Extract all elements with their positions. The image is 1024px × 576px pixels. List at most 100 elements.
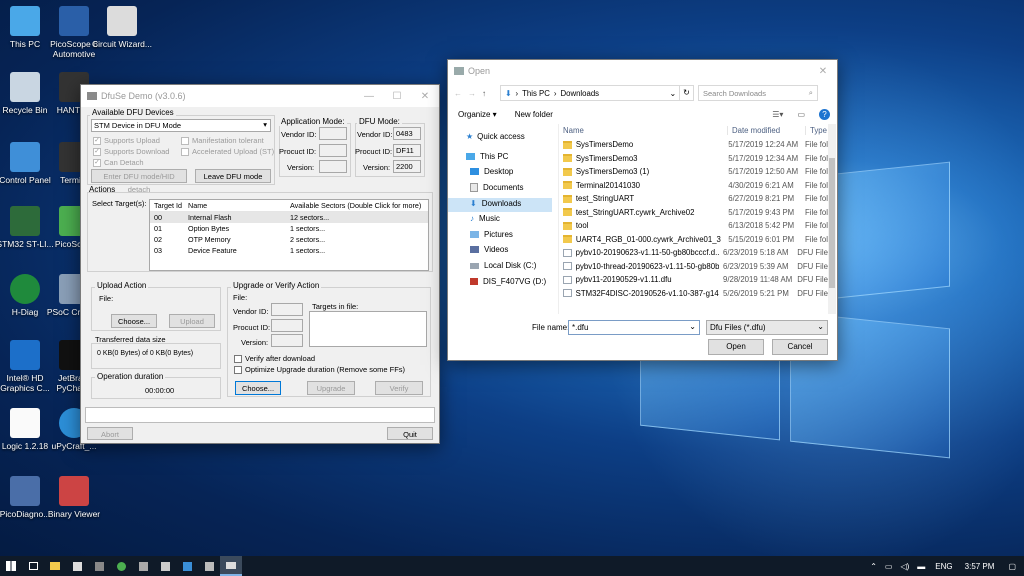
up-arrow-icon[interactable]: ↑ <box>482 89 496 98</box>
search-input[interactable]: Search Downloads ⌕ <box>698 85 818 101</box>
filename-input[interactable]: *.dfu ⌄ <box>568 320 700 335</box>
list-item[interactable]: test_StringUART 6/27/2019 8:21 PM File fol <box>559 192 828 206</box>
open-button[interactable]: Open <box>708 339 764 355</box>
upgrade-button[interactable]: Upgrade <box>307 381 355 395</box>
list-item[interactable]: test_StringUART.cywrk_Archive02 5/17/2019… <box>559 206 828 220</box>
upload-choose-button[interactable]: Choose... <box>111 314 157 328</box>
scrollbar-thumb[interactable] <box>829 158 835 288</box>
list-item[interactable]: pybv11-20190529-v1.11.dfu 9/28/2019 11:48… <box>559 273 828 287</box>
table-row[interactable]: 03 Device Feature 1 sectors... <box>150 245 428 256</box>
clock[interactable]: 3:57 PM <box>965 562 995 571</box>
nav-desktop[interactable]: Desktop <box>470 167 513 176</box>
table-row[interactable]: 00 Internal Flash 12 sectors... <box>150 212 428 223</box>
table-row[interactable]: 01 Option Bytes 1 sectors... <box>150 223 428 234</box>
view-options-icon[interactable]: ☰▾ <box>772 110 783 119</box>
forward-arrow-icon[interactable]: → <box>468 89 482 98</box>
nav-pictures[interactable]: Pictures <box>470 230 513 239</box>
col-name[interactable]: Name <box>188 201 290 210</box>
nav-local-disk[interactable]: Local Disk (C:) <box>470 261 536 270</box>
file-date: 9/28/2019 11:48 AM <box>722 275 793 285</box>
verify-button[interactable]: Verify <box>375 381 423 395</box>
breadcrumb[interactable]: ⬇ › This PC › Downloads ⌄ <box>500 85 680 101</box>
taskbar-dfuse[interactable] <box>220 556 242 576</box>
nav-documents[interactable]: Documents <box>470 183 523 192</box>
network-icon[interactable]: ▭ <box>885 562 893 571</box>
taskbar-app-6[interactable] <box>176 556 198 576</box>
upgrade-version <box>271 334 303 347</box>
organize-button[interactable]: Organize ▾ <box>458 110 497 119</box>
available-devices-label: Available DFU Devices <box>90 108 176 117</box>
table-row[interactable]: 02 OTP Memory 2 sectors... <box>150 234 428 245</box>
col-type-header[interactable]: Type <box>805 126 827 136</box>
abort-button[interactable]: Abort <box>87 427 133 440</box>
app-version <box>319 160 347 173</box>
list-item[interactable]: SysTimersDemo3 5/17/2019 12:34 AM File fol <box>559 152 828 166</box>
minimize-icon[interactable]: — <box>355 91 383 102</box>
back-arrow-icon[interactable]: ← <box>454 89 468 98</box>
open-titlebar[interactable]: Open ✕ <box>448 60 837 82</box>
filetype-select[interactable]: Dfu Files (*.dfu) ⌄ <box>706 320 828 335</box>
maximize-icon[interactable]: ☐ <box>383 91 411 102</box>
verify-after-download-check[interactable]: Verify after download <box>234 354 315 363</box>
select-targets-label: Select Target(s): <box>92 199 147 208</box>
col-sectors[interactable]: Available Sectors (Double Click for more… <box>290 201 421 210</box>
nav-this-pc[interactable]: This PC <box>466 152 508 161</box>
file-list: Name Date modified Type SysTimersDemo 5/1… <box>558 124 828 314</box>
upload-action-label: Upload Action <box>95 281 149 290</box>
col-date-header[interactable]: Date modified <box>727 126 805 136</box>
nav-downloads[interactable]: ⬇ Downloads <box>470 199 521 208</box>
help-icon[interactable]: ? <box>819 108 830 120</box>
enter-dfu-button[interactable]: Enter DFU mode/HID detach <box>91 169 187 194</box>
battery-icon[interactable]: ▬ <box>917 562 925 571</box>
device-select[interactable]: STM Device in DFU Mode ▾ <box>91 119 271 132</box>
vertical-scrollbar[interactable] <box>828 124 836 314</box>
leave-dfu-button[interactable]: Leave DFU mode <box>195 169 271 183</box>
nav-dis-f407vg[interactable]: DIS_F407VG (D:) <box>470 277 546 286</box>
taskbar-app-3[interactable] <box>110 556 132 576</box>
start-button[interactable] <box>0 556 22 576</box>
refresh-icon[interactable]: ↻ <box>680 85 694 101</box>
nav-quick-access[interactable]: ★ Quick access <box>466 132 525 141</box>
file-date: 6/23/2019 5:39 AM <box>722 261 789 271</box>
list-item[interactable]: Terminal20141030 4/30/2019 6:21 AM File fo… <box>559 179 828 193</box>
volume-icon[interactable]: ◁) <box>900 562 909 571</box>
tray-chevron-up-icon[interactable]: ⌃ <box>870 562 877 571</box>
taskbar-app-2[interactable] <box>88 556 110 576</box>
col-name-header[interactable]: Name <box>559 126 727 135</box>
desktop-icon-circuit-wizard[interactable]: Circuit Wizard... <box>90 6 154 49</box>
notification-icon[interactable]: ▢ <box>1008 562 1016 571</box>
quit-button[interactable]: Quit <box>387 427 433 440</box>
targets-in-file-box[interactable] <box>309 311 427 347</box>
optimize-upgrade-check[interactable]: Optimize Upgrade duration (Remove some F… <box>234 365 405 374</box>
preview-pane-icon[interactable]: ▭ <box>797 110 805 119</box>
list-item[interactable]: SysTimersDemo 5/17/2019 12:24 AM File fol <box>559 138 828 152</box>
folder-icon <box>563 181 572 190</box>
list-item[interactable]: STM32F4DISC-20190526-v1.10-387-g1470... 5… <box>559 287 828 301</box>
list-item[interactable]: tool 6/13/2018 5:42 PM File fol <box>559 219 828 233</box>
close-icon[interactable]: ✕ <box>411 91 439 102</box>
dfuse-titlebar[interactable]: DfuSe Demo (v3.0.6) — ☐ ✕ <box>81 85 439 107</box>
close-icon[interactable]: ✕ <box>809 66 837 77</box>
upgrade-choose-button[interactable]: Choose... <box>235 381 281 395</box>
progress-bar <box>85 407 435 423</box>
nav-videos[interactable]: Videos <box>470 245 508 254</box>
list-item[interactable]: pybv10-thread-20190623-v1.11-50-gb80b...… <box>559 260 828 274</box>
list-item[interactable]: SysTimersDemo3 (1) 5/17/2019 12:50 AM File… <box>559 165 828 179</box>
cancel-button[interactable]: Cancel <box>772 339 828 355</box>
desktop-icon-binary-viewer[interactable]: Binary Viewer <box>42 476 106 519</box>
targets-list[interactable]: Target Id Name Available Sectors (Double… <box>149 199 429 271</box>
col-target-id[interactable]: Target Id <box>150 201 188 210</box>
taskbar-app-7[interactable] <box>198 556 220 576</box>
list-item[interactable]: UART4_RGB_01-000.cywrk_Archive01_3 5/15/2… <box>559 233 828 247</box>
upload-button[interactable]: Upload <box>169 314 215 328</box>
taskbar-app-4[interactable] <box>132 556 154 576</box>
language-indicator[interactable]: ENG <box>935 562 952 571</box>
list-item[interactable]: pybv10-20190623-v1.11-50-gb80bcccf.d... 6… <box>559 246 828 260</box>
taskbar-app-1[interactable] <box>66 556 88 576</box>
taskbar-app-5[interactable] <box>154 556 176 576</box>
task-view-button[interactable] <box>22 556 44 576</box>
taskbar-explorer[interactable] <box>44 556 66 576</box>
nav-music[interactable]: ♪ Music <box>470 214 500 223</box>
folder-icon <box>563 221 572 230</box>
new-folder-button[interactable]: New folder <box>515 110 553 119</box>
